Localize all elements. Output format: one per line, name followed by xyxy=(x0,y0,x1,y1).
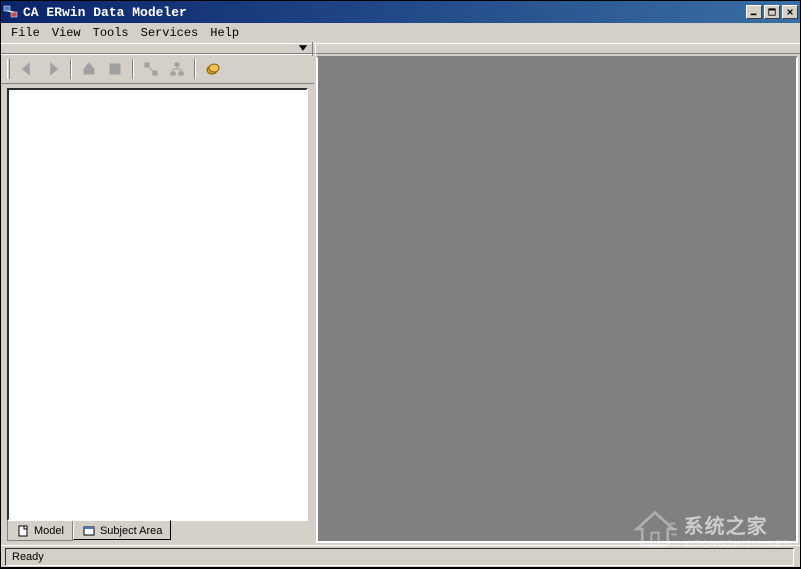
tab-model-label: Model xyxy=(34,525,64,537)
relationship-button[interactable] xyxy=(140,58,162,80)
menu-tools[interactable]: Tools xyxy=(87,24,135,42)
toolbar-sep-1 xyxy=(70,59,72,79)
explorer-tabs: Model Subject Area xyxy=(1,521,314,545)
top-toolbar-row xyxy=(1,43,800,53)
title-bar: CA ERwin Data Modeler xyxy=(1,1,800,23)
toolbar-sep-2 xyxy=(132,59,134,79)
minimize-button[interactable] xyxy=(746,5,762,19)
close-button[interactable] xyxy=(782,5,798,19)
window-title: CA ERwin Data Modeler xyxy=(23,5,744,20)
status-text: Ready xyxy=(5,548,794,566)
maximize-button[interactable] xyxy=(764,5,780,19)
model-tree[interactable] xyxy=(7,88,308,521)
status-bar: Ready xyxy=(1,545,800,567)
nav-back-button[interactable] xyxy=(16,58,38,80)
content-area: Model Subject Area xyxy=(1,53,800,545)
nav-forward-button[interactable] xyxy=(42,58,64,80)
go-up-button[interactable] xyxy=(78,58,100,80)
entity-button[interactable] xyxy=(104,58,126,80)
app-icon xyxy=(3,4,19,20)
toolbar-sep-3 xyxy=(194,59,196,79)
menu-view[interactable]: View xyxy=(46,24,87,42)
menu-help[interactable]: Help xyxy=(204,24,245,42)
tab-model[interactable]: Model xyxy=(7,521,73,541)
app-window: CA ERwin Data Modeler File View Tools Se… xyxy=(0,0,801,568)
toolbar-dropdown-icon[interactable] xyxy=(296,42,310,54)
tab-subject-area-label: Subject Area xyxy=(100,525,162,537)
bulk-editor-button[interactable] xyxy=(202,58,224,80)
menu-services[interactable]: Services xyxy=(135,24,205,42)
explorer-panel: Model Subject Area xyxy=(1,54,316,545)
window-controls xyxy=(744,5,798,19)
diagram-canvas[interactable] xyxy=(316,56,798,543)
toolbar-grip xyxy=(7,59,10,79)
document-icon xyxy=(16,524,30,538)
subtype-button[interactable] xyxy=(166,58,188,80)
subject-area-icon xyxy=(82,524,96,538)
menu-file[interactable]: File xyxy=(5,24,46,42)
explorer-toolbar xyxy=(1,54,314,84)
tab-subject-area[interactable]: Subject Area xyxy=(73,520,171,540)
toolbar-separator xyxy=(312,42,316,56)
menu-bar: File View Tools Services Help xyxy=(1,23,800,43)
